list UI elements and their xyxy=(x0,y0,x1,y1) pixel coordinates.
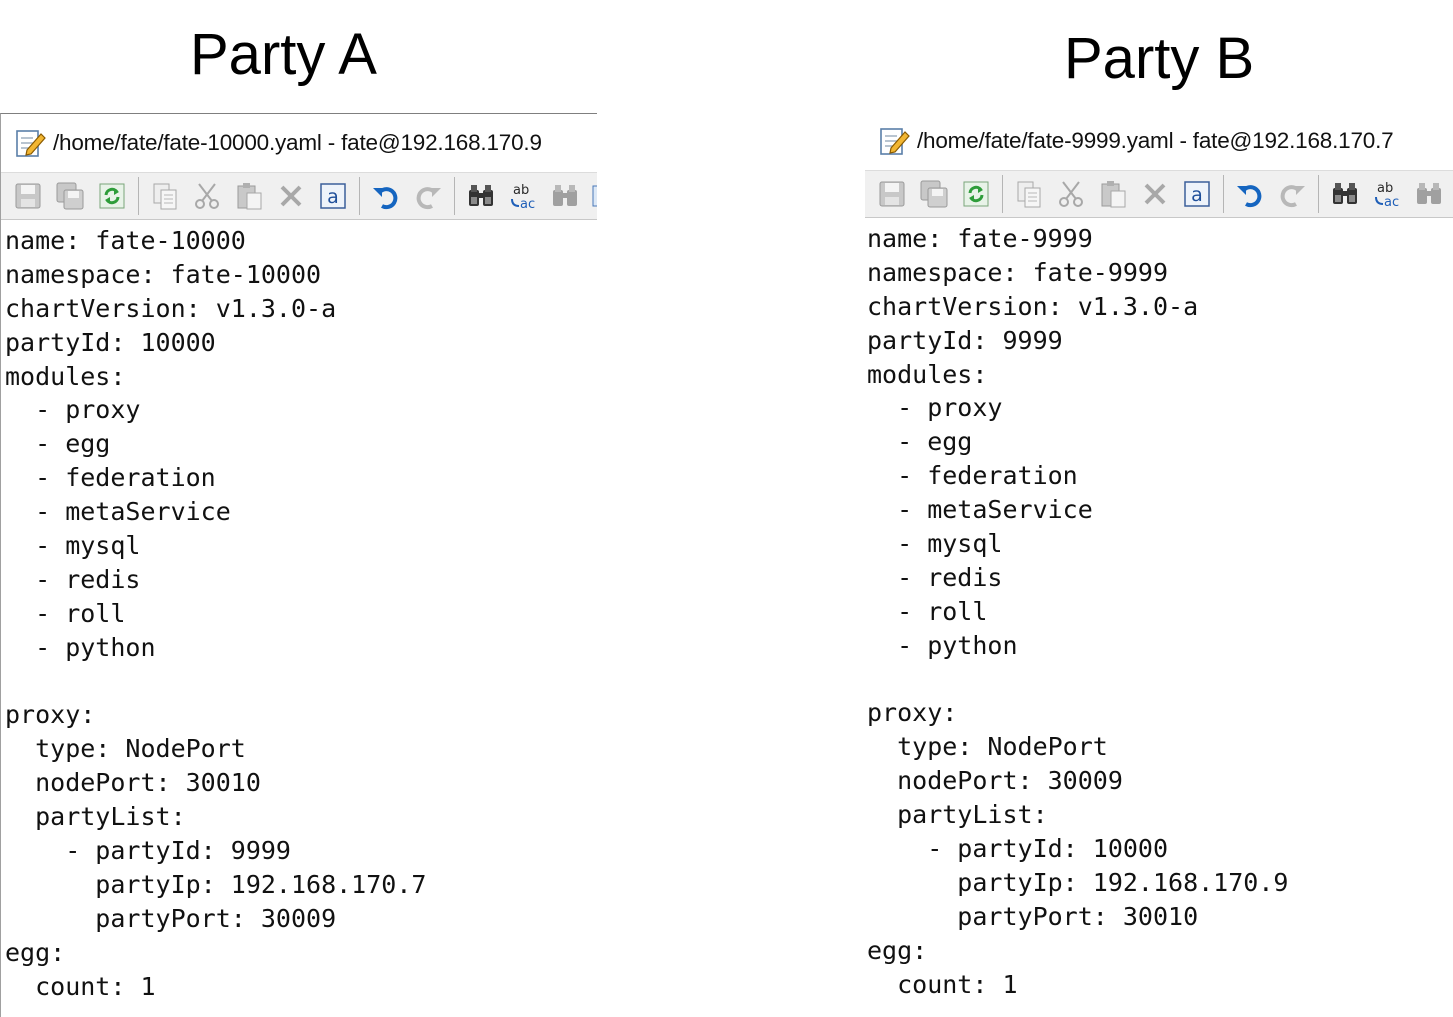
toolbar-separator xyxy=(1002,175,1003,213)
save-all-icon[interactable] xyxy=(49,176,91,216)
window-title-bar: /home/fate/fate-10000.yaml - fate@192.16… xyxy=(1,114,597,172)
find-next-icon[interactable] xyxy=(544,176,586,216)
code-line: proxy: xyxy=(5,700,96,730)
svg-text:ab: ab xyxy=(1377,181,1393,196)
code-line: partyId: 9999 xyxy=(867,325,1063,355)
code-line: partyPort: 30010 xyxy=(867,901,1199,931)
code-line: - federation xyxy=(5,463,216,493)
editor-window-party-b: /home/fate/fate-9999.yaml - fate@192.168… xyxy=(865,112,1453,1017)
code-line: egg: xyxy=(5,937,66,967)
code-line: modules: xyxy=(867,359,988,389)
code-line: - proxy xyxy=(867,393,1003,423)
code-line: - metaService xyxy=(5,497,231,527)
code-line: egg: xyxy=(867,935,928,965)
code-line: namespace: fate-10000 xyxy=(5,259,322,289)
code-line: - redis xyxy=(867,562,1003,592)
code-line: - metaService xyxy=(867,495,1093,525)
code-line: - python xyxy=(5,632,156,662)
code-line: - mysql xyxy=(867,529,1003,559)
code-line: type: NodePort xyxy=(867,732,1108,762)
window-title-text: /home/fate/fate-9999.yaml - fate@192.168… xyxy=(917,128,1394,153)
code-line: name: fate-9999 xyxy=(867,224,1093,253)
code-line: partyIp: 192.168.170.7 xyxy=(5,869,427,899)
code-line: - roll xyxy=(867,596,988,626)
code-line: - python xyxy=(867,630,1018,660)
delete-icon[interactable] xyxy=(1134,174,1176,214)
svg-text:ac: ac xyxy=(520,197,535,212)
code-line: - partyId: 9999 xyxy=(5,836,291,866)
edit-document-icon xyxy=(877,124,911,158)
svg-text:a: a xyxy=(1191,184,1203,206)
svg-text:a: a xyxy=(327,186,339,208)
code-line: partyList: xyxy=(5,802,186,832)
copy-icon[interactable] xyxy=(1008,174,1050,214)
select-all-icon[interactable]: a xyxy=(312,176,354,216)
code-editor[interactable]: name: fate-9999 namespace: fate-9999 cha… xyxy=(865,218,1453,1001)
save-icon[interactable] xyxy=(7,176,49,216)
party-b-heading: Party B xyxy=(1064,26,1255,91)
code-line: partyId: 10000 xyxy=(5,327,216,357)
toolbar-separator xyxy=(138,177,139,215)
code-line: partyList: xyxy=(867,800,1048,830)
code-line: - federation xyxy=(867,461,1078,491)
code-editor[interactable]: name: fate-10000 namespace: fate-10000 c… xyxy=(1,220,597,1003)
cut-icon[interactable] xyxy=(1050,174,1092,214)
window-title-text: /home/fate/fate-10000.yaml - fate@192.16… xyxy=(53,130,542,155)
delete-icon[interactable] xyxy=(270,176,312,216)
party-a-heading: Party A xyxy=(190,22,377,87)
code-line: type: NodePort xyxy=(5,734,246,764)
reload-icon[interactable] xyxy=(91,176,133,216)
toolbar-separator xyxy=(359,177,360,215)
reload-icon[interactable] xyxy=(955,174,997,214)
find-icon[interactable] xyxy=(1324,174,1366,214)
code-line: nodePort: 30010 xyxy=(5,768,261,798)
edit-document-icon xyxy=(13,126,47,160)
replace-icon[interactable]: ab ac xyxy=(502,176,544,216)
code-line: count: 1 xyxy=(5,971,156,1001)
more-icon[interactable] xyxy=(586,176,597,216)
code-line: partyPort: 30009 xyxy=(5,903,337,933)
code-line: chartVersion: v1.3.0-a xyxy=(867,291,1199,321)
undo-icon[interactable] xyxy=(1229,174,1271,214)
editor-window-party-a: /home/fate/fate-10000.yaml - fate@192.16… xyxy=(0,113,597,1017)
svg-text:ab: ab xyxy=(513,183,529,198)
copy-icon[interactable] xyxy=(144,176,186,216)
code-line: - egg xyxy=(867,427,973,457)
redo-icon[interactable] xyxy=(407,176,449,216)
code-line: chartVersion: v1.3.0-a xyxy=(5,293,337,323)
replace-icon[interactable]: ab ac xyxy=(1366,174,1408,214)
cut-icon[interactable] xyxy=(186,176,228,216)
find-next-icon[interactable] xyxy=(1408,174,1450,214)
code-line: - roll xyxy=(5,598,126,628)
code-line: modules: xyxy=(5,361,126,391)
undo-icon[interactable] xyxy=(365,176,407,216)
code-line: count: 1 xyxy=(867,969,1018,999)
editor-toolbar: a ab ac xyxy=(1,172,597,220)
toolbar-separator xyxy=(1223,175,1224,213)
code-line: proxy: xyxy=(867,698,958,728)
code-line: - partyId: 10000 xyxy=(867,834,1169,864)
window-title-bar: /home/fate/fate-9999.yaml - fate@192.168… xyxy=(865,112,1453,170)
paste-icon[interactable] xyxy=(1092,174,1134,214)
code-line: name: fate-10000 xyxy=(5,226,246,255)
select-all-icon[interactable]: a xyxy=(1176,174,1218,214)
editor-toolbar: a ab ac xyxy=(865,170,1453,218)
find-icon[interactable] xyxy=(460,176,502,216)
redo-icon[interactable] xyxy=(1271,174,1313,214)
save-icon[interactable] xyxy=(871,174,913,214)
code-line: namespace: fate-9999 xyxy=(867,257,1169,287)
code-line: partyIp: 192.168.170.9 xyxy=(867,867,1289,897)
code-line: - mysql xyxy=(5,531,141,561)
paste-icon[interactable] xyxy=(228,176,270,216)
save-all-icon[interactable] xyxy=(913,174,955,214)
code-line: nodePort: 30009 xyxy=(867,766,1123,796)
code-line: - redis xyxy=(5,564,141,594)
code-line: - proxy xyxy=(5,395,141,425)
svg-text:ac: ac xyxy=(1384,195,1399,210)
toolbar-separator xyxy=(1318,175,1319,213)
code-line: - egg xyxy=(5,429,111,459)
toolbar-separator xyxy=(454,177,455,215)
